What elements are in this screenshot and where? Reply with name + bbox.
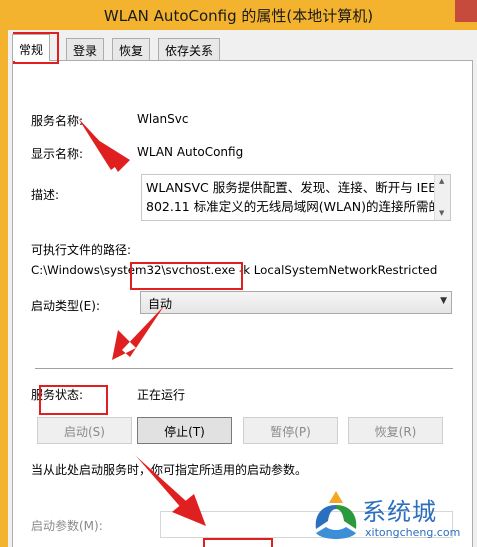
close-button[interactable]: [455, 0, 477, 22]
highlight-start-button: [39, 385, 108, 415]
start-params-hint: 当从此处启动服务时，你可指定所适用的启动参数。: [31, 463, 308, 477]
startup-type-value: 自动: [148, 297, 173, 311]
service-name-value: WlanSvc: [137, 112, 189, 126]
description-line-1: WLANSVC 服务提供配置、发现、连接、断开与 IEEE: [146, 180, 445, 195]
start-params-label: 启动参数(M):: [31, 519, 103, 533]
watermark-logo-icon: [315, 491, 357, 539]
watermark-text: 系统城: [362, 498, 437, 526]
description-scrollbar[interactable]: ▲ ▼: [434, 175, 450, 220]
description-box[interactable]: WLANSVC 服务提供配置、发现、连接、断开与 IEEE 802.11 标准定…: [141, 174, 451, 221]
startup-type-label: 启动类型(E):: [31, 299, 100, 313]
stop-button[interactable]: 停止(T): [137, 417, 232, 444]
tab-dependencies[interactable]: 依存关系: [158, 38, 221, 60]
service-name-label: 服务名称:: [31, 114, 84, 128]
service-status-value: 正在运行: [137, 388, 186, 402]
scroll-up-icon[interactable]: ▲: [439, 177, 444, 185]
title-bar: WLAN AutoConfig 的属性(本地计算机): [0, 0, 477, 30]
separator: [35, 368, 453, 369]
display-name-value: WLAN AutoConfig: [137, 145, 244, 159]
scroll-down-icon[interactable]: ▼: [439, 209, 444, 217]
tab-logon[interactable]: 登录: [66, 38, 105, 60]
tab-recovery[interactable]: 恢复: [112, 38, 151, 60]
window-title: WLAN AutoConfig 的属性(本地计算机): [103, 7, 374, 25]
resume-button[interactable]: 恢复(R): [348, 417, 443, 444]
watermark-url: xitongcheng.com: [365, 526, 461, 539]
highlight-startup-type: [130, 262, 243, 290]
site-watermark: 系统城 xitongcheng.com: [310, 487, 477, 547]
general-panel: 服务名称: WlanSvc 显示名称: WLAN AutoConfig 描述: …: [12, 60, 473, 547]
tab-general[interactable]: 常规: [12, 34, 51, 61]
description-line-2: 802.11 标准定义的无线局域网(WLAN)的连接所需的: [146, 199, 441, 214]
chevron-down-icon: ▼: [440, 296, 447, 306]
pause-button[interactable]: 暂停(P): [243, 417, 338, 444]
description-label: 描述:: [31, 188, 60, 202]
start-button[interactable]: 启动(S): [37, 417, 132, 444]
highlight-ok-button: [203, 538, 273, 547]
display-name-label: 显示名称:: [31, 147, 84, 161]
startup-type-select[interactable]: 自动 ▼: [140, 291, 452, 314]
exe-path-label: 可执行文件的路径:: [31, 243, 132, 257]
